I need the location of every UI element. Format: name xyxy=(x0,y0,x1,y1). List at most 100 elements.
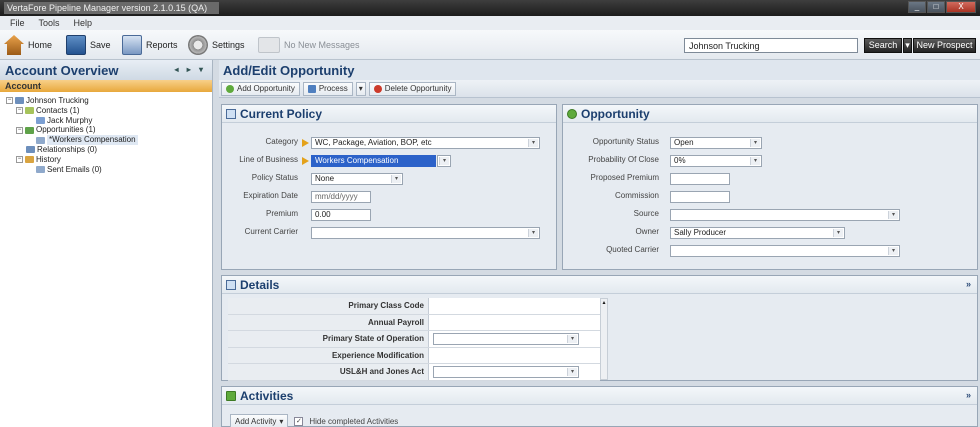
tree-node-history[interactable]: − History xyxy=(6,155,212,165)
collapse-details-icon[interactable]: » xyxy=(966,279,971,289)
menu-tools[interactable]: Tools xyxy=(39,18,60,28)
search-options-button[interactable]: ▾ xyxy=(903,38,912,53)
settings-label: Settings xyxy=(212,40,245,50)
collapse-icon[interactable]: − xyxy=(6,97,13,105)
current-carrier-select[interactable]: ▾ xyxy=(311,227,540,239)
details-table: Primary Class Code Annual Payroll Primar… xyxy=(228,298,600,381)
details-icon xyxy=(226,279,236,290)
current-policy-panel: Current Policy Category WC, Package, Avi… xyxy=(221,104,557,270)
collapse-icon[interactable]: − xyxy=(16,126,23,134)
tree-node-account[interactable]: − Johnson Trucking xyxy=(6,96,212,106)
proposed-premium-row: Proposed Premium xyxy=(563,173,979,186)
chevron-down-icon: ▾ xyxy=(888,211,898,219)
tree-node-contact[interactable]: Jack Murphy xyxy=(6,116,212,126)
hide-completed-checkbox[interactable]: ✓ xyxy=(294,416,304,426)
premium-row: Premium 0.00 xyxy=(222,209,558,222)
home-icon xyxy=(4,35,24,55)
policy-status-select[interactable]: None ▾ xyxy=(311,173,403,185)
primary-state-select[interactable]: ▾ xyxy=(433,333,579,345)
proposed-premium-field[interactable] xyxy=(670,173,730,185)
hide-completed-label: Hide completed Activities xyxy=(309,416,399,426)
reports-button[interactable]: Reports xyxy=(122,34,178,56)
collapse-activities-icon[interactable]: » xyxy=(966,390,971,400)
tree-node-sent-emails[interactable]: Sent Emails (0) xyxy=(6,165,212,175)
reports-label: Reports xyxy=(146,40,178,50)
add-opportunity-label: Add Opportunity xyxy=(237,84,295,93)
quoted-carrier-select[interactable]: ▾ xyxy=(670,245,900,257)
proposed-premium-label: Proposed Premium xyxy=(590,173,659,182)
commission-label: Commission xyxy=(614,191,659,200)
expiration-label: Expiration Date xyxy=(243,191,298,200)
window-controls: _ □ X xyxy=(908,1,976,13)
experience-mod-field[interactable] xyxy=(428,347,600,363)
add-opportunity-button[interactable]: Add Opportunity xyxy=(221,81,300,96)
probability-select[interactable]: 0% ▾ xyxy=(670,155,762,167)
tree-node-opportunities[interactable]: − Opportunities (1) xyxy=(6,125,212,135)
pane-nav-arrows[interactable]: ◂ ▸ ▾ xyxy=(175,65,207,74)
opp-status-value: Open xyxy=(674,138,694,147)
chevron-down-icon: ▾ xyxy=(279,416,284,426)
account-overview-header: Account Overview ◂ ▸ ▾ xyxy=(0,60,212,80)
minimize-button[interactable]: _ xyxy=(908,1,926,13)
uslh-jones-field[interactable]: ▾ xyxy=(428,364,600,380)
tree-node-relationships[interactable]: Relationships (0) xyxy=(6,145,212,155)
add-activity-label: Add Activity xyxy=(235,416,277,426)
tab-account[interactable]: Account xyxy=(0,80,212,92)
chevron-down-icon: ▾ xyxy=(528,229,538,237)
annual-payroll-field[interactable] xyxy=(428,314,600,330)
process-dropdown-button[interactable]: ▾ xyxy=(355,81,366,96)
gear-icon xyxy=(188,35,208,55)
policy-status-label: Policy Status xyxy=(251,173,298,182)
main-toolbar: Home Save Reports Settings No New Messag… xyxy=(0,30,980,60)
collapse-icon[interactable]: − xyxy=(16,107,23,115)
source-select[interactable]: ▾ xyxy=(670,209,900,221)
process-icon xyxy=(307,84,316,93)
primary-state-field[interactable]: ▾ xyxy=(428,331,600,347)
lob-select[interactable]: Workers Compensation xyxy=(311,155,436,167)
activities-title: Activities xyxy=(240,388,294,403)
process-button[interactable]: Process xyxy=(302,81,353,96)
opp-status-row: Opportunity Status Open ▾ xyxy=(563,137,979,150)
search-input[interactable] xyxy=(684,38,858,53)
messages-label: No New Messages xyxy=(284,40,360,50)
uslh-jones-select[interactable]: ▾ xyxy=(433,366,579,378)
tree-node-opportunity[interactable]: *Workers Compensation xyxy=(6,135,212,145)
menu-help[interactable]: Help xyxy=(74,18,93,28)
lob-row: Line of Business Workers Compensation ▾ xyxy=(222,155,558,168)
add-activity-button[interactable]: Add Activity ▾ xyxy=(230,414,289,427)
details-scrollbar[interactable]: ▴ xyxy=(600,298,608,380)
commission-field[interactable] xyxy=(670,191,730,203)
messages-button[interactable]: No New Messages xyxy=(258,34,360,56)
owner-select[interactable]: Sally Producer ▾ xyxy=(670,227,845,239)
chevron-down-icon: ▾ xyxy=(567,335,577,343)
settings-button[interactable]: Settings xyxy=(188,34,245,56)
opp-status-select[interactable]: Open ▾ xyxy=(670,137,762,149)
menu-file[interactable]: File xyxy=(10,18,25,28)
source-label: Source xyxy=(633,209,659,218)
chevron-down-icon: ▾ xyxy=(888,247,898,255)
primary-class-code-field[interactable] xyxy=(428,298,600,314)
tree-label-opportunities: Opportunities (1) xyxy=(36,125,96,135)
activities-toolbar: Add Activity ▾ ✓ Hide completed Activitie… xyxy=(230,414,398,427)
save-button[interactable]: Save xyxy=(66,34,111,56)
title-bar: VertaFore Pipeline Manager version 2.1.0… xyxy=(0,0,980,16)
collapse-icon[interactable]: − xyxy=(16,156,23,164)
relationships-icon xyxy=(26,146,35,154)
close-button[interactable]: X xyxy=(946,1,976,13)
expiration-date-field[interactable]: mm/dd/yyyy xyxy=(311,191,371,203)
source-row: Source ▾ xyxy=(563,209,979,222)
delete-opportunity-button[interactable]: Delete Opportunity xyxy=(368,81,457,96)
delete-opportunity-label: Delete Opportunity xyxy=(384,84,452,93)
home-button[interactable]: Home xyxy=(4,34,52,56)
search-button[interactable]: Search xyxy=(864,38,902,53)
new-prospect-button[interactable]: New Prospect xyxy=(913,38,976,53)
chevron-down-icon: ▾ xyxy=(391,175,401,183)
lob-dropdown[interactable]: ▾ xyxy=(437,155,451,167)
probability-row: Probability Of Close 0% ▾ xyxy=(563,155,979,168)
maximize-button[interactable]: □ xyxy=(927,1,945,13)
category-row: Category WC, Package, Aviation, BOP, etc… xyxy=(222,137,558,150)
tree-node-contacts[interactable]: − Contacts (1) xyxy=(6,106,212,116)
history-icon xyxy=(25,156,34,164)
premium-field[interactable]: 0.00 xyxy=(311,209,371,221)
category-select[interactable]: WC, Package, Aviation, BOP, etc ▾ xyxy=(311,137,540,149)
